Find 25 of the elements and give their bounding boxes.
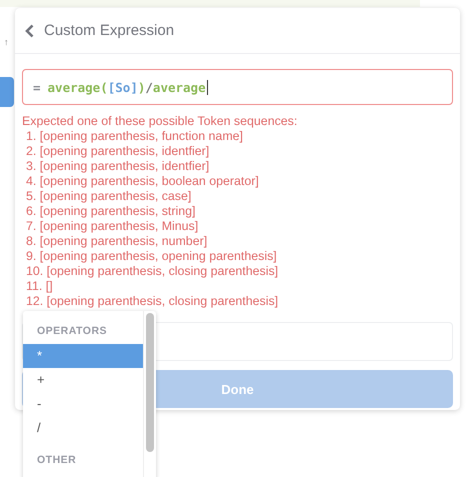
error-item: 9. [opening parenthesis, opening parenthesis] — [25, 249, 278, 264]
error-item: 10. [opening parenthesis, closing parenthesis] — [25, 264, 280, 279]
text-cursor — [206, 80, 208, 94]
error-item: 1. [opening parenthesis, function name] — [25, 129, 244, 144]
error-item: 4. [opening parenthesis, boolean operator] — [25, 174, 260, 189]
suggestion-item[interactable]: + — [23, 368, 144, 392]
arrow-glyph: ↑ — [4, 37, 10, 47]
scrollbar[interactable] — [146, 313, 154, 452]
section-heading: OPERATORS — [36, 324, 108, 339]
error-item: 3. [opening parenthesis, identfier] — [25, 159, 210, 174]
error-heading: Expected one of these possible Token sequences: — [22, 114, 298, 129]
suggestion-item[interactable]: / — [23, 416, 144, 440]
back-chevron-icon[interactable] — [25, 24, 34, 38]
button-edge — [0, 77, 14, 107]
error-item: 11. [] — [25, 279, 54, 294]
popover-title: Custom Expression — [44, 22, 174, 39]
error-item: 12. [opening parenthesis, closing parenthesis] — [25, 294, 280, 309]
error-item: 2. [opening parenthesis, identfier] — [25, 144, 210, 159]
error-item: 6. [opening parenthesis, string] — [25, 204, 196, 219]
section-heading: OTHER — [36, 453, 78, 468]
expression-field[interactable]: = average([So])/average — [22, 69, 453, 105]
expression-text: = average([So])/average — [33, 80, 206, 94]
error-item: 8. [opening parenthesis, number] — [25, 234, 208, 249]
error-item: 5. [opening parenthesis, case] — [25, 189, 192, 204]
error-item: 7. [opening parenthesis, Minus] — [25, 219, 200, 234]
